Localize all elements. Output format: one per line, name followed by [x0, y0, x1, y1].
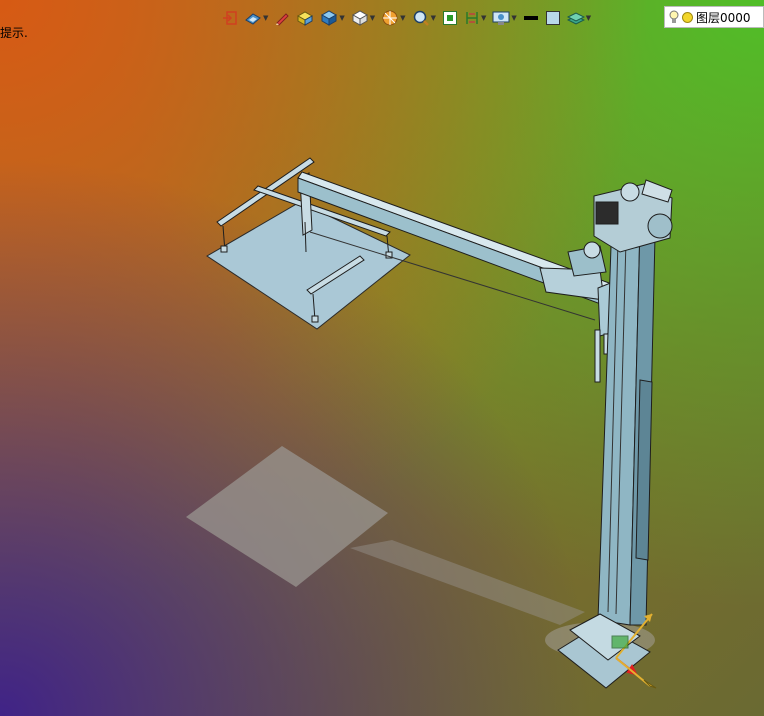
view-orient-button[interactable]: ▼ [242, 7, 270, 29]
color-swatch-icon [545, 11, 560, 25]
solid-box-blue-icon [321, 10, 338, 26]
wireframe-button[interactable]: ▼ [349, 7, 377, 29]
view-toolbar: ▼ ▼ ▼ ▼ ▼ ▼ ▼ ▼ [220, 6, 593, 30]
arm-shadow [350, 540, 585, 625]
fit-view-button[interactable] [440, 7, 460, 29]
3d-viewport[interactable]: 提示. ▼ ▼ ▼ ▼ ▼ ▼ ▼ ▼ 图层0000 [0, 0, 764, 716]
yellow-circle-icon [682, 11, 693, 23]
chevron-down-icon: ▼ [339, 14, 345, 22]
line-weight-icon [523, 16, 538, 20]
status-hint-text: 提示. [0, 26, 28, 40]
exit-icon [223, 11, 237, 25]
section-button[interactable]: ▼ [379, 7, 407, 29]
chevron-down-icon: ▼ [585, 14, 592, 22]
vertical-column [597, 217, 656, 626]
chevron-down-icon: ▼ [400, 14, 406, 22]
top-motor [593, 179, 673, 253]
sketch-button[interactable] [272, 7, 292, 29]
section-icon [382, 10, 398, 26]
layer-selector[interactable]: 图层0000 [664, 6, 764, 28]
chevron-down-icon: ▼ [480, 14, 487, 22]
chevron-down-icon: ▼ [263, 14, 269, 22]
bracket-icon [466, 12, 478, 24]
plate-shadow [186, 446, 388, 587]
display-settings-icon [492, 11, 510, 25]
layer-name: 图层0000 [696, 10, 751, 25]
render-style-button[interactable]: ▼ [318, 7, 346, 29]
shaded-solid-button[interactable] [294, 7, 316, 29]
display-settings-button[interactable]: ▼ [490, 7, 518, 29]
bracket-button[interactable]: ▼ [462, 7, 488, 29]
chevron-down-icon: ▼ [430, 14, 436, 22]
wire-box-icon [351, 10, 368, 26]
view-orient-icon [245, 13, 261, 25]
solid-box-yellow-icon [297, 11, 314, 26]
pencil-icon [276, 13, 290, 26]
chevron-down-icon: ▼ [511, 14, 517, 22]
line-weight-button[interactable] [521, 7, 541, 29]
layer-stack-icon [566, 12, 585, 25]
zoom-icon [413, 10, 429, 26]
zoom-button[interactable]: ▼ [410, 7, 438, 29]
layer-button[interactable]: ▼ [565, 7, 593, 29]
color-button[interactable] [543, 7, 563, 29]
exit-button[interactable] [220, 7, 240, 29]
chevron-down-icon: ▼ [369, 14, 376, 22]
cad-model-scene [186, 157, 673, 689]
lightbulb-icon [669, 10, 679, 23]
fit-view-icon [442, 11, 457, 25]
